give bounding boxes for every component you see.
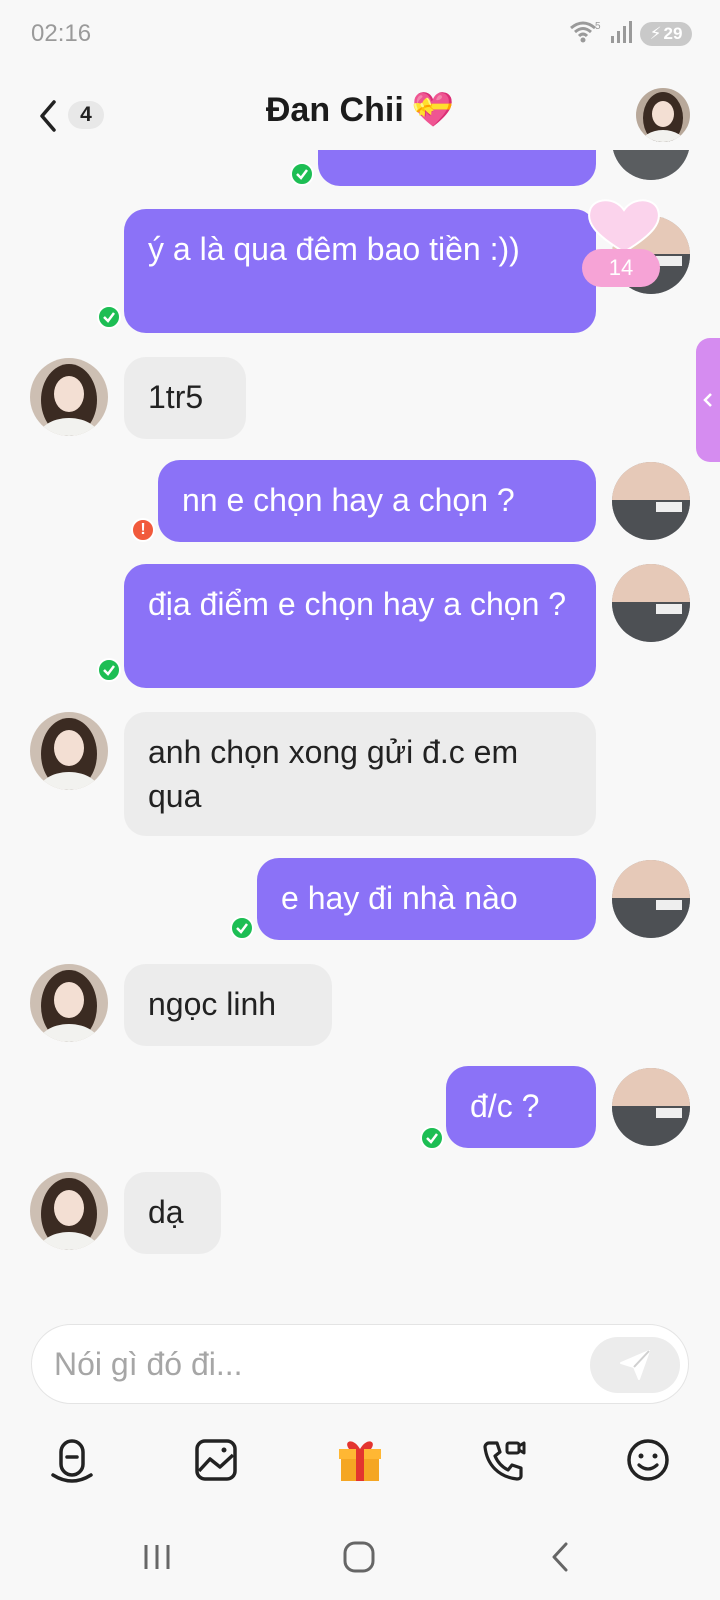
contact-name[interactable]: Đan Chii [266, 91, 404, 130]
contact-message-avatar[interactable] [30, 964, 108, 1042]
message-composer [31, 1324, 689, 1404]
send-button[interactable] [590, 1337, 680, 1393]
message-bubble-outgoing[interactable]: e hay đi nhà nào [257, 858, 596, 940]
sent-check-icon [97, 658, 121, 682]
message-bubble-outgoing[interactable]: đ/c ? [446, 1066, 596, 1148]
heart-icon [588, 199, 660, 254]
my-avatar [612, 150, 690, 180]
message-bubble-previous[interactable] [318, 150, 596, 186]
contact-message-avatar[interactable] [30, 358, 108, 436]
emoji-button[interactable] [618, 1430, 678, 1490]
home-icon [343, 1541, 375, 1573]
sent-check-icon [97, 305, 121, 329]
message-list[interactable]: ý a là qua đêm bao tiền :)) 14 1tr5 nn e… [0, 150, 720, 1300]
system-navigation-bar [0, 1520, 720, 1590]
send-icon [620, 1350, 650, 1380]
home-button[interactable] [334, 1532, 384, 1582]
wifi-label: 5 [595, 21, 601, 32]
chat-header: 4 Đan Chii 💝 [0, 70, 720, 160]
gift-icon [339, 1441, 381, 1481]
phone-video-icon [483, 1441, 526, 1481]
smiley-icon [627, 1439, 669, 1481]
wifi-icon: 5 [568, 19, 602, 50]
recent-apps-button[interactable] [132, 1532, 182, 1582]
message-bubble-outgoing[interactable]: địa điểm e chọn hay a chọn ? [124, 564, 596, 688]
message-bubble-incoming[interactable]: ngọc linh [124, 964, 332, 1046]
system-back-button[interactable] [536, 1532, 586, 1582]
composer-toolbar [0, 1430, 720, 1490]
voice-message-button[interactable] [42, 1430, 102, 1490]
chevron-left-icon [552, 1542, 568, 1572]
message-bubble-outgoing[interactable]: ý a là qua đêm bao tiền :)) [124, 209, 596, 333]
my-avatar [612, 462, 690, 540]
send-error-icon[interactable]: ! [131, 518, 155, 542]
status-bar: 02:16 5 ⚡ 29 [0, 0, 720, 66]
my-avatar [612, 1068, 690, 1146]
charging-icon: ⚡ [649, 24, 662, 43]
message-bubble-incoming[interactable]: anh chọn xong gửi đ.c em qua [124, 712, 596, 836]
my-avatar [612, 564, 690, 642]
message-bubble-outgoing[interactable]: nn e chọn hay a chọn ? [158, 460, 596, 542]
chevron-left-icon [703, 393, 712, 407]
message-bubble-incoming[interactable]: 1tr5 [124, 357, 246, 439]
microphone-icon [51, 1439, 93, 1483]
contact-avatar[interactable] [636, 88, 690, 142]
reaction-count: 14 [582, 249, 660, 287]
message-bubble-incoming[interactable]: dạ [124, 1172, 221, 1254]
reaction-widget[interactable]: 14 [580, 196, 676, 296]
image-icon [195, 1439, 237, 1481]
gift-button[interactable] [330, 1430, 390, 1490]
recent-apps-icon [144, 1545, 170, 1569]
contact-message-avatar[interactable] [30, 1172, 108, 1250]
battery-level: 29 [663, 24, 683, 43]
photo-button[interactable] [186, 1430, 246, 1490]
heart-gift-emoji: 💝 [411, 91, 455, 129]
sent-check-icon [290, 162, 314, 186]
sent-check-icon [420, 1126, 444, 1150]
signal-icon [610, 20, 632, 49]
my-avatar [612, 860, 690, 938]
status-time: 02:16 [31, 20, 92, 47]
battery-indicator: ⚡ 29 [640, 22, 692, 46]
contact-message-avatar[interactable] [30, 712, 108, 790]
video-call-button[interactable] [474, 1430, 534, 1490]
sent-check-icon [230, 916, 254, 940]
message-input[interactable] [54, 1325, 574, 1403]
side-panel-tab[interactable] [696, 338, 720, 462]
